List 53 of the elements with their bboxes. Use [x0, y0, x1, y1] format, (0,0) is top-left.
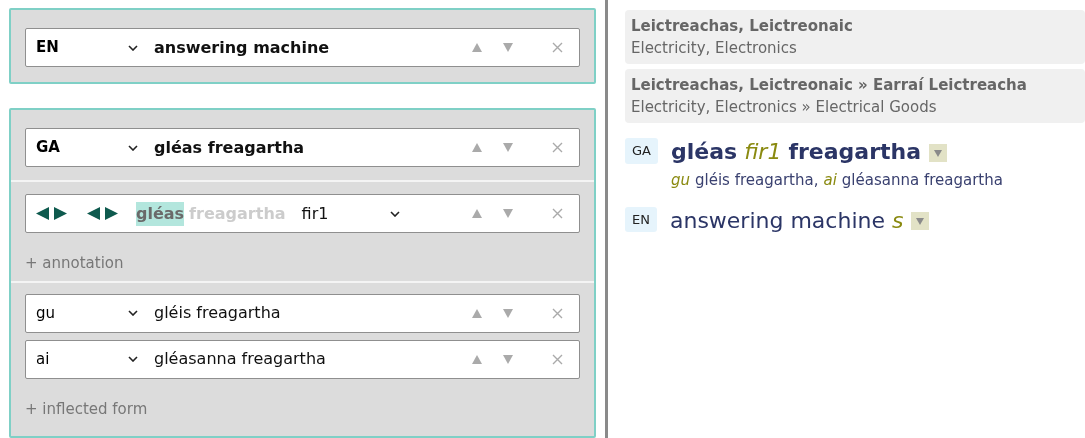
chevron-icon[interactable] [389, 210, 400, 217]
headword: freagartha [788, 138, 922, 166]
move-down-icon[interactable] [503, 308, 513, 318]
domain-translation: Electricity, Electronics [631, 38, 798, 59]
move-down-icon[interactable] [503, 209, 513, 218]
grammar-label: s [891, 206, 904, 235]
domain-card[interactable]: Leictreachas, Leictreonaic » Earraí Leictreacha Electricity, Electronics » Electrical Goods [625, 69, 1085, 123]
chevron-icon[interactable] [128, 144, 138, 151]
language-badge: EN [625, 206, 657, 232]
chevron-icon[interactable] [128, 44, 138, 51]
language-select[interactable]: ai [36, 347, 154, 371]
close-icon[interactable] [552, 353, 563, 365]
dropdown-icon[interactable] [911, 212, 930, 230]
gender-select[interactable]: fir1 [301, 201, 400, 226]
domain-name: Leictreachas, Leictreonaic [631, 16, 854, 37]
grammar-label: fir1 [744, 138, 782, 166]
term-input[interactable]: gléas freagartha [154, 135, 305, 160]
move-up-icon[interactable] [472, 143, 482, 152]
move-up-icon[interactable] [472, 43, 482, 52]
term-input[interactable]: gléis freagartha [154, 301, 281, 325]
close-icon[interactable] [552, 307, 563, 319]
term-input[interactable]: answering machine [154, 35, 330, 60]
move-down-icon[interactable] [503, 43, 513, 52]
word-token[interactable]: gléas [136, 201, 185, 226]
language-select[interactable]: gu [36, 301, 154, 325]
move-up-icon[interactable] [472, 308, 482, 318]
move-up-icon[interactable] [472, 354, 482, 364]
headword: gléas [670, 138, 738, 166]
move-up-icon[interactable] [472, 209, 482, 218]
right-arrow-icon[interactable] [105, 207, 118, 220]
language-badge: GA [625, 138, 658, 164]
close-icon[interactable] [552, 142, 563, 153]
grammar-label: gu [670, 170, 690, 191]
domain-card[interactable]: Leictreachas, Leictreonaic Electricity, Electronics [625, 10, 1085, 64]
move-down-icon[interactable] [503, 143, 513, 152]
right-arrow-icon[interactable] [54, 207, 67, 220]
close-icon[interactable] [552, 42, 563, 53]
close-icon[interactable] [552, 208, 563, 219]
chevron-icon[interactable] [128, 310, 138, 316]
term-input[interactable]: gléasanna freagartha [154, 347, 326, 371]
inflected-form: gléasanna freagartha [841, 170, 1003, 191]
chevron-icon[interactable] [128, 356, 138, 362]
dropdown-icon[interactable] [929, 143, 948, 162]
language-select[interactable]: EN [36, 36, 154, 59]
left-arrow-icon[interactable] [87, 207, 100, 220]
move-down-icon[interactable] [503, 354, 513, 364]
domain-name: Leictreachas, Leictreonaic » Earraí Leictreacha [631, 75, 1028, 96]
language-select[interactable]: GA [36, 136, 154, 159]
inflected-form: gléis freagartha, [695, 170, 819, 191]
headword: answering machine [669, 206, 885, 235]
domain-translation: Electricity, Electronics » Electrical Goods [631, 97, 938, 118]
left-arrow-icon[interactable] [36, 207, 49, 220]
grammar-label: ai [823, 170, 837, 191]
